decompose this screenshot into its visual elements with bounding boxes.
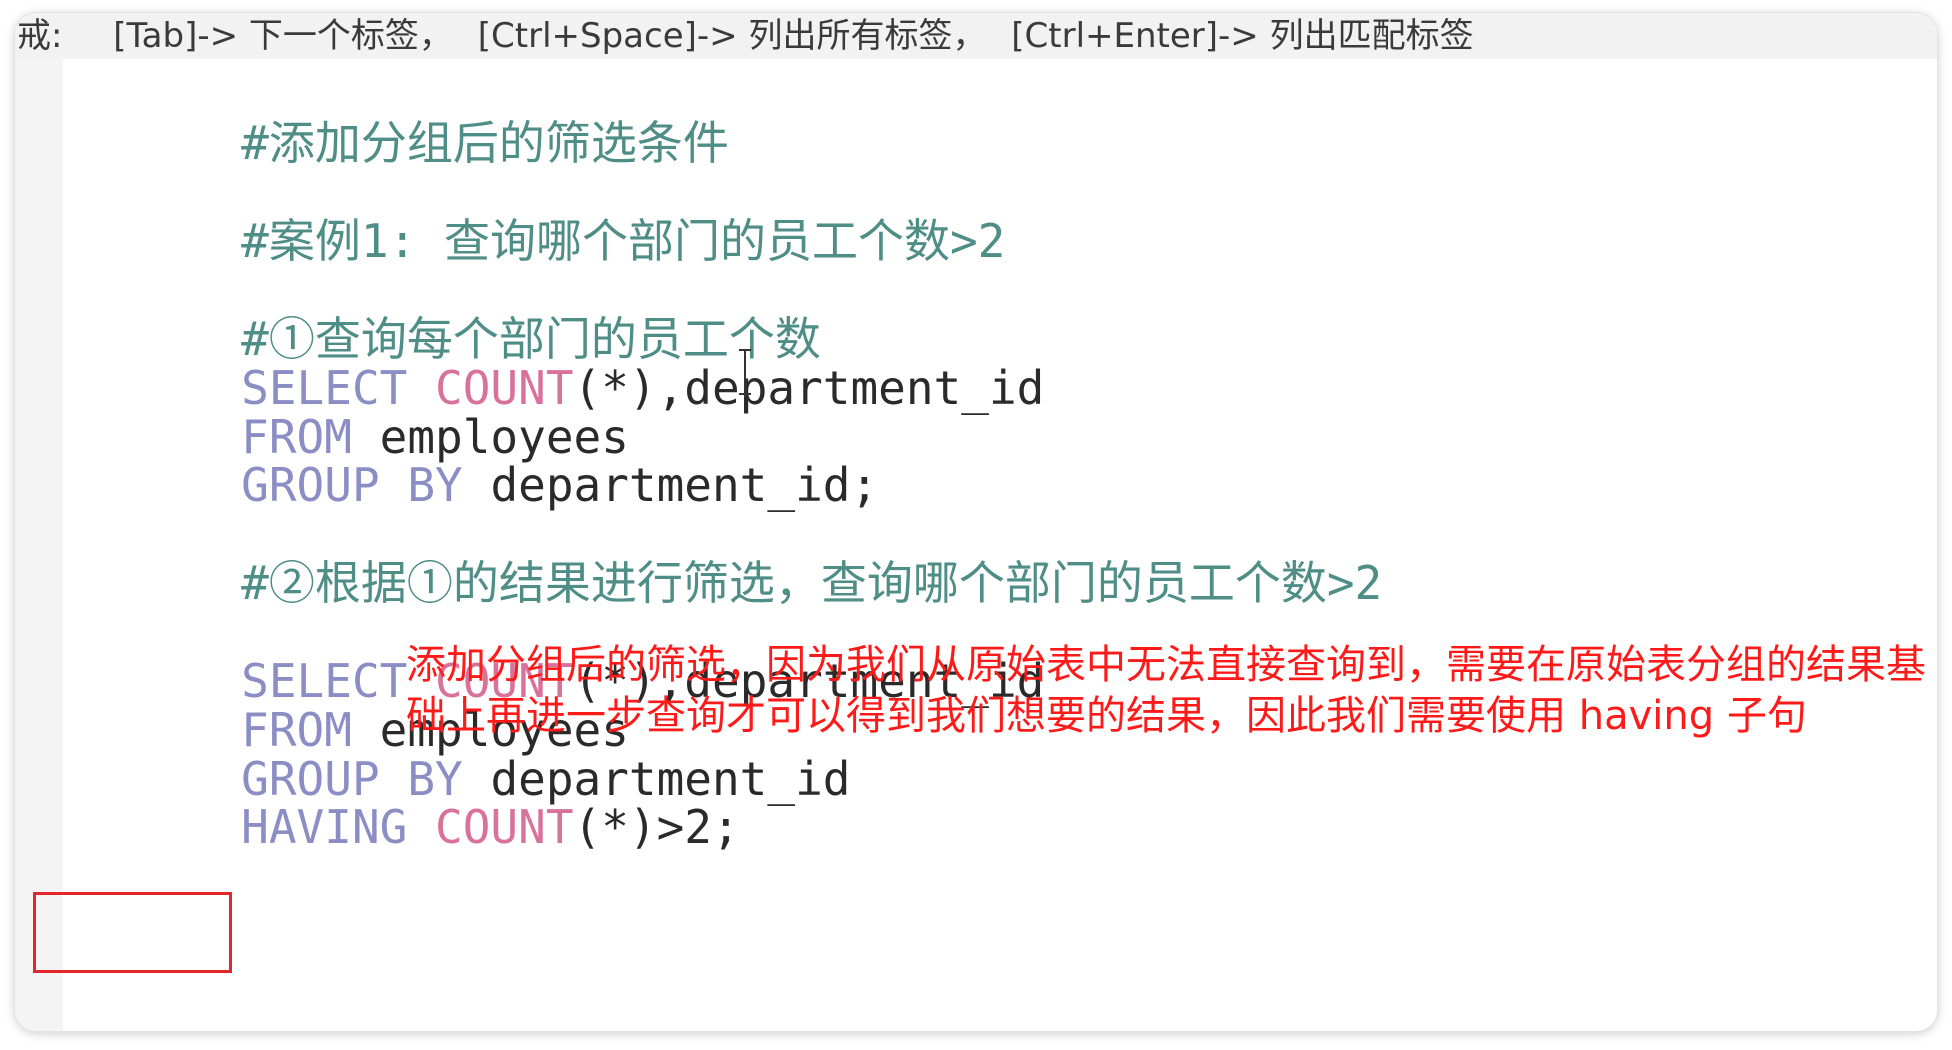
hint-ctrl-space: [Ctrl+Space]-> 列出所有标签， bbox=[477, 16, 987, 56]
shortcut-hint-bar: 戒: [Tab]-> 下一个标签， [Ctrl+Space]-> 列出所有标签，… bbox=[15, 13, 1937, 60]
keyword: HAVING bbox=[241, 800, 408, 854]
annotation-text: 添加分组后的筛选，因为我们从原始表中无法直接查询到，需要在原始表分组的结果基础上… bbox=[406, 642, 1926, 739]
hint-tab: [Tab]-> 下一个标签， bbox=[113, 16, 453, 56]
text-cursor-icon bbox=[739, 345, 751, 401]
hint-ctrl-enter: [Ctrl+Enter]-> 列出匹配标签 bbox=[1011, 16, 1474, 56]
code-line: HAVING COUNT(*)>2; bbox=[75, 743, 740, 911]
editor-window: 戒: [Tab]-> 下一个标签， [Ctrl+Space]-> 列出所有标签，… bbox=[14, 12, 1938, 1032]
sql-editor[interactable]: #添加分组后的筛选条件 #案例1: 查询哪个部门的员工个数>2 #①查询每个部门… bbox=[15, 59, 1937, 1031]
having-highlight-box bbox=[33, 892, 232, 973]
hint-prefix: 戒: bbox=[17, 16, 63, 56]
function-name: COUNT bbox=[435, 800, 574, 854]
editor-gutter bbox=[15, 59, 63, 1031]
code-text: (*)>2; bbox=[573, 800, 740, 854]
